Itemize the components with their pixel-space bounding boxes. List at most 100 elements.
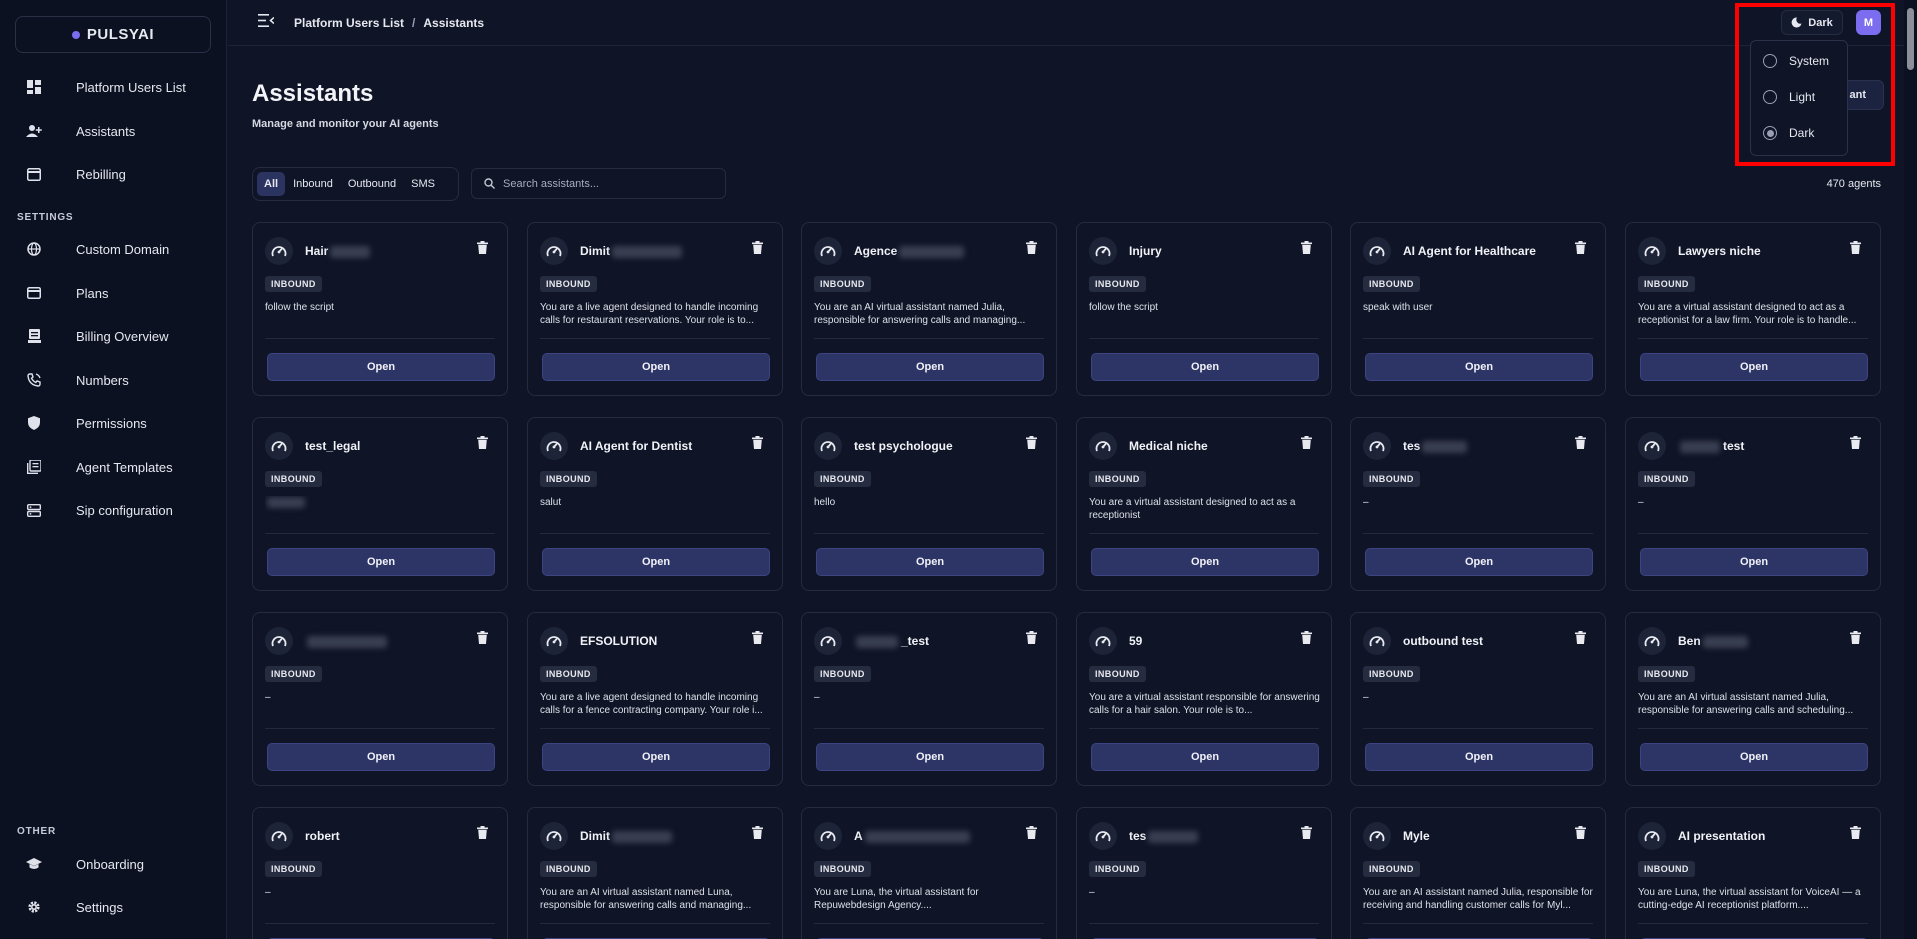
sidebar-item-settings[interactable]: Settings [0, 889, 227, 925]
assistant-gauge-icon [814, 627, 842, 655]
assistant-card: robertINBOUND–Open [252, 807, 508, 939]
breadcrumb-item-platform-users[interactable]: Platform Users List [294, 16, 404, 30]
redacted-text [1148, 830, 1199, 843]
trash-icon[interactable] [477, 241, 489, 255]
sidebar-item-label: Numbers [76, 372, 129, 388]
open-button[interactable]: Open [267, 743, 495, 771]
trash-icon[interactable] [752, 631, 764, 645]
trash-icon[interactable] [1026, 436, 1038, 450]
open-button[interactable]: Open [816, 548, 1044, 576]
trash-icon[interactable] [477, 436, 489, 450]
server-icon [26, 502, 42, 518]
trash-icon[interactable] [1301, 826, 1313, 840]
open-button[interactable]: Open [1640, 743, 1868, 771]
trash-icon[interactable] [1850, 241, 1862, 255]
scrollbar-thumb[interactable] [1907, 8, 1914, 70]
assistant-card: 59 INBOUND You are a virtual assistant res… [1076, 612, 1332, 786]
type-badge: INBOUND [1089, 861, 1146, 877]
page-scrollbar[interactable] [1904, 0, 1917, 939]
card-divider [1638, 338, 1868, 339]
assistant-description: You are a live agent designed to handle … [540, 302, 759, 326]
sidebar-item-rebilling[interactable]: Rebilling [0, 156, 227, 192]
assistant-gauge-icon [540, 237, 568, 265]
open-button[interactable]: Open [542, 353, 770, 381]
open-button[interactable]: Open [542, 548, 770, 576]
trash-icon[interactable] [1575, 241, 1587, 255]
card-divider [1363, 338, 1593, 339]
assistant-name: AI presentation [1678, 829, 1766, 843]
assistant-gauge-icon [265, 432, 293, 460]
assistant-card: Ben INBOUND You are an AI virtual assistan… [1625, 612, 1881, 786]
redacted-text [899, 245, 965, 258]
open-button[interactable]: Open [1365, 548, 1593, 576]
trash-icon[interactable] [752, 826, 764, 840]
assistant-card: Myle INBOUND You are an AI assistant named… [1350, 807, 1606, 939]
type-badge: INBOUND [540, 471, 597, 487]
open-button[interactable]: Open [1091, 548, 1319, 576]
sidebar-item-agent-templates[interactable]: Agent Templates [0, 449, 227, 485]
open-button[interactable]: Open [267, 548, 495, 576]
sidebar-item-onboarding[interactable]: Onboarding [0, 846, 227, 882]
open-button[interactable]: Open [816, 353, 1044, 381]
sidebar-item-assistants[interactable]: Assistants [0, 113, 227, 149]
card-divider [1089, 338, 1319, 339]
globe-icon [26, 241, 42, 257]
sidebar-toggle-icon[interactable] [258, 14, 276, 30]
assistant-description: – [265, 692, 271, 703]
brand-logo[interactable]: PULSYAI [15, 16, 211, 53]
redacted-text [856, 635, 898, 648]
open-button[interactable]: Open [1640, 353, 1868, 381]
sidebar-item-platform-users[interactable]: Platform Users List [0, 69, 227, 105]
trash-icon[interactable] [1026, 241, 1038, 255]
assistant-gauge-icon [1089, 432, 1117, 460]
open-button[interactable]: Open [542, 743, 770, 771]
sidebar-item-sip-configuration[interactable]: Sip configuration [0, 492, 227, 528]
sidebar-item-label: Plans [76, 285, 109, 301]
sidebar-item-billing-overview[interactable]: Billing Overview [0, 318, 227, 354]
open-button[interactable]: Open [1365, 353, 1593, 381]
assistant-name: Lawyers niche [1678, 244, 1761, 258]
trash-icon[interactable] [1301, 241, 1313, 255]
open-button[interactable]: Open [1640, 548, 1868, 576]
search-input[interactable] [503, 177, 703, 190]
open-button[interactable]: Open [1365, 743, 1593, 771]
type-badge: INBOUND [265, 471, 322, 487]
assistant-card: Injury INBOUND follow the script Open [1076, 222, 1332, 396]
card-divider [1363, 533, 1593, 534]
sidebar-item-permissions[interactable]: Permissions [0, 405, 227, 441]
open-button[interactable]: Open [1091, 743, 1319, 771]
trash-icon[interactable] [1850, 631, 1862, 645]
assistant-description: You are Luna, the virtual assistant for … [814, 887, 979, 911]
filter-tab-outbound[interactable]: Outbound [341, 172, 403, 196]
trash-icon[interactable] [477, 631, 489, 645]
open-button[interactable]: Open [1091, 353, 1319, 381]
filter-tab-all[interactable]: All [257, 172, 286, 196]
assistant-gauge-icon [1089, 822, 1117, 850]
filter-tab-sms[interactable]: SMS [404, 172, 442, 196]
open-button[interactable]: Open [267, 353, 495, 381]
trash-icon[interactable] [752, 241, 764, 255]
trash-icon[interactable] [1575, 826, 1587, 840]
assistant-name: _test [854, 634, 929, 648]
open-button[interactable]: Open [816, 743, 1044, 771]
assistant-description: – [814, 692, 820, 703]
filter-tab-inbound[interactable]: Inbound [286, 172, 340, 196]
sidebar-item-numbers[interactable]: Numbers [0, 362, 227, 398]
trash-icon[interactable] [477, 826, 489, 840]
trash-icon[interactable] [1575, 631, 1587, 645]
trash-icon[interactable] [1301, 436, 1313, 450]
type-badge: INBOUND [814, 276, 871, 292]
trash-icon[interactable] [1575, 436, 1587, 450]
card-divider [265, 923, 495, 924]
sidebar-item-custom-domain[interactable]: Custom Domain [0, 231, 227, 267]
trash-icon[interactable] [752, 436, 764, 450]
trash-icon[interactable] [1850, 826, 1862, 840]
receipt-icon [26, 166, 42, 182]
card-divider [814, 533, 1044, 534]
trash-icon[interactable] [1026, 826, 1038, 840]
trash-icon[interactable] [1301, 631, 1313, 645]
sidebar-item-plans[interactable]: Plans [0, 275, 227, 311]
trash-icon[interactable] [1850, 436, 1862, 450]
trash-icon[interactable] [1026, 631, 1038, 645]
assistant-card: outbound test INBOUND – Open [1350, 612, 1606, 786]
